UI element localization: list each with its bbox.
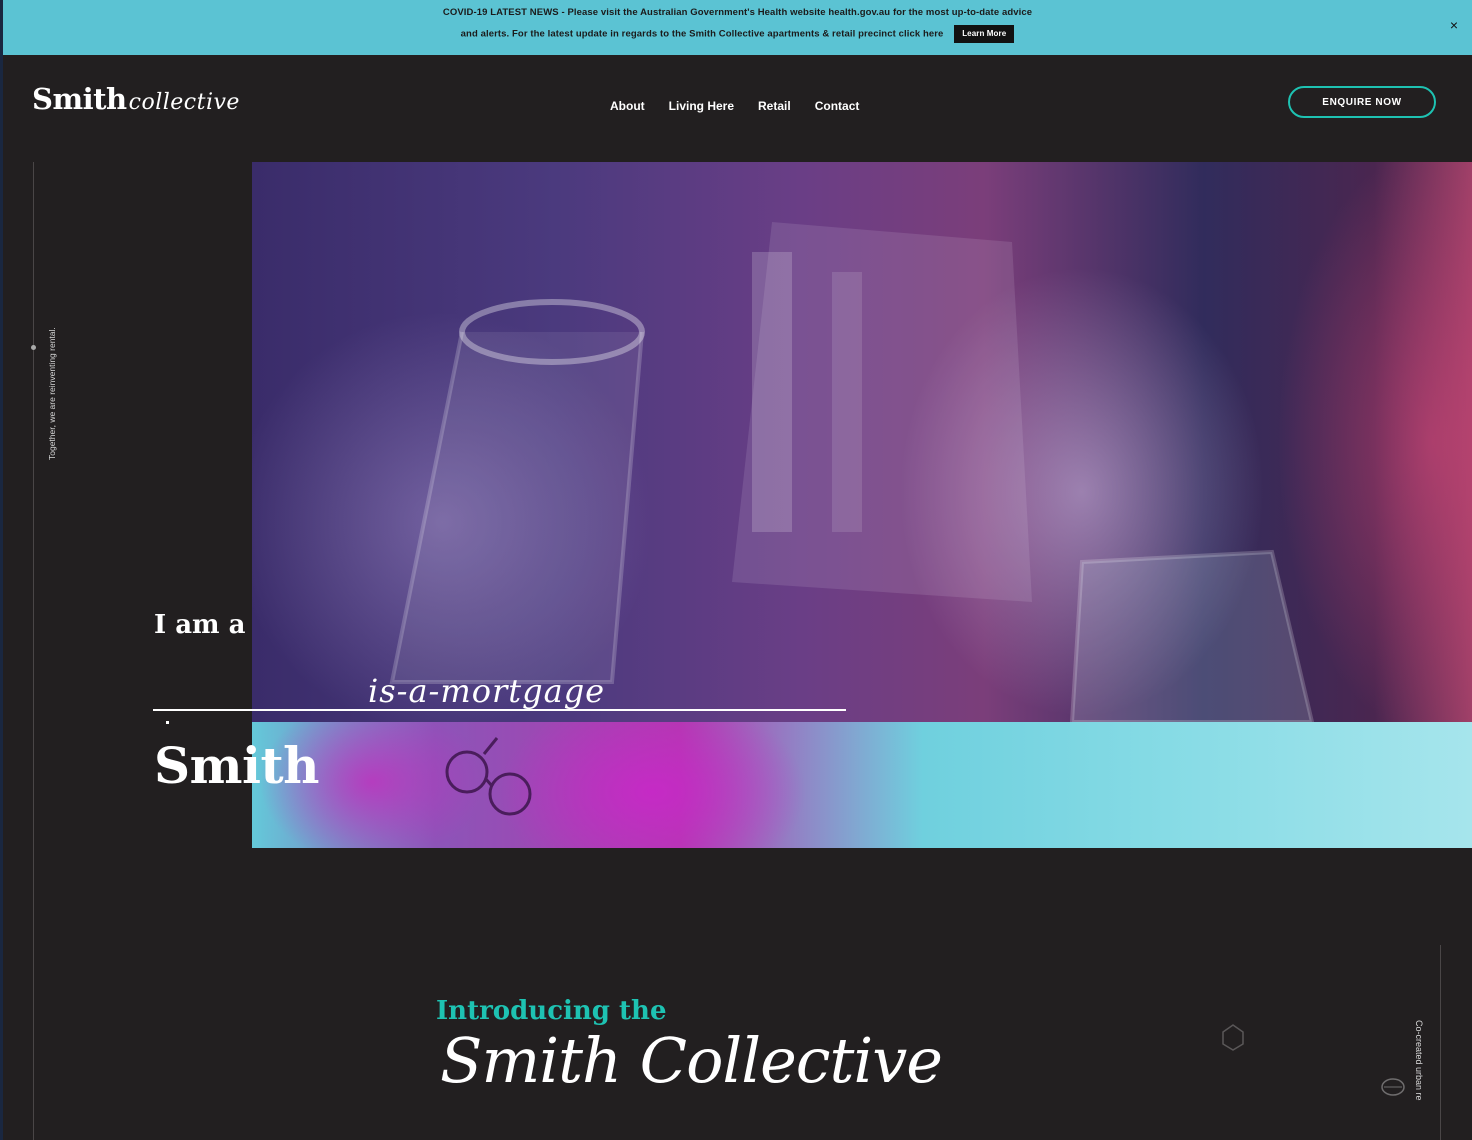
hero-glass-shapes xyxy=(389,222,1315,722)
intro-label: Introducing the xyxy=(436,996,667,1026)
covid-banner: COVID-19 LATEST NEWS - Please visit the … xyxy=(3,0,1472,55)
hero-name-text: Smith xyxy=(154,736,319,795)
banner-text-line-1: COVID-19 LATEST NEWS - Please visit the … xyxy=(442,7,1033,18)
hero-rotating-word: is-a-mortgage xyxy=(368,672,606,710)
decorative-badge-icon xyxy=(1381,1078,1405,1096)
nav-item-about[interactable]: About xyxy=(610,99,645,113)
learn-more-button[interactable]: Learn More xyxy=(954,25,1015,43)
right-divider-line xyxy=(1440,945,1441,1140)
hero-cursor-dot xyxy=(166,721,169,724)
logo-script-text: collective xyxy=(128,90,240,115)
hero-underline xyxy=(153,709,846,711)
left-divider-line xyxy=(33,162,34,1140)
close-icon[interactable]: × xyxy=(1450,17,1458,33)
left-edge xyxy=(0,0,3,1140)
nav-item-retail[interactable]: Retail xyxy=(758,99,791,113)
left-vertical-tagline: Together, we are reinventing rental. xyxy=(47,327,57,460)
hero-prefix-text: I am a xyxy=(154,610,246,640)
left-divider-dot xyxy=(31,345,36,350)
decorative-shape-icon xyxy=(1222,1024,1244,1051)
right-vertical-tagline: Co-created urban re xyxy=(1414,1020,1424,1101)
glasses-icon xyxy=(445,737,532,816)
hero-image xyxy=(252,162,1472,722)
logo[interactable]: Smithcollective xyxy=(32,82,240,116)
intro-script-title: Smith Collective xyxy=(440,1024,943,1097)
hero-strip-image xyxy=(252,722,1472,848)
main-nav: About Living Here Retail Contact xyxy=(610,99,859,113)
banner-text-line-2: and alerts. For the latest update in reg… xyxy=(3,25,1472,43)
logo-main-text: Smith xyxy=(32,82,127,116)
enquire-now-button[interactable]: ENQUIRE NOW xyxy=(1288,86,1436,118)
nav-item-living-here[interactable]: Living Here xyxy=(669,99,734,113)
banner-text-line-2-text: and alerts. For the latest update in reg… xyxy=(460,28,944,40)
nav-item-contact[interactable]: Contact xyxy=(815,99,860,113)
